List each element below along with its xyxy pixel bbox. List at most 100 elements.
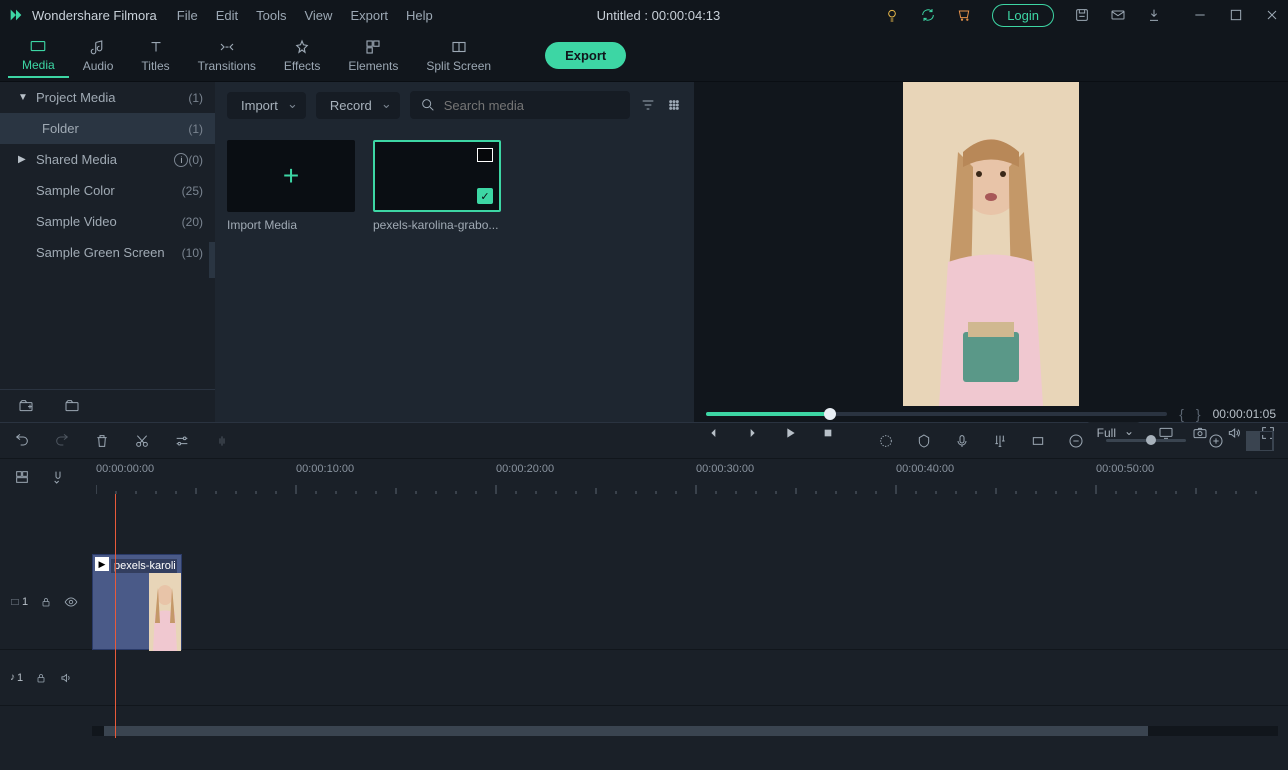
caret-down-icon: ▼ <box>18 92 28 103</box>
sidebar-count: (1) <box>188 91 203 105</box>
tab-elements[interactable]: Elements <box>334 34 412 77</box>
minimize-icon[interactable] <box>1192 7 1208 23</box>
ruler-tick: 00:00:30:00 <box>696 463 754 475</box>
play-icon[interactable] <box>782 425 798 441</box>
mail-icon[interactable] <box>1110 7 1126 23</box>
audio-mixer-icon[interactable] <box>992 433 1008 449</box>
eye-icon[interactable] <box>64 595 78 609</box>
zoom-handle[interactable] <box>1146 435 1156 445</box>
export-button[interactable]: Export <box>545 42 626 69</box>
save-icon[interactable] <box>1074 7 1090 23</box>
audio-track[interactable]: ♪1 <box>0 650 1288 706</box>
sidebar-count: (1) <box>188 122 203 136</box>
fit-to-window-icon[interactable] <box>1246 431 1274 451</box>
download-icon[interactable] <box>1146 7 1162 23</box>
menu-edit[interactable]: Edit <box>216 8 238 23</box>
clip-used-check-icon: ✓ <box>477 188 493 204</box>
scrollbar-thumb[interactable] <box>104 726 1148 736</box>
zoom-out-icon[interactable] <box>1068 433 1084 449</box>
zoom-in-icon[interactable] <box>1208 433 1224 449</box>
tab-titles-label: Titles <box>141 59 169 73</box>
snap-icon[interactable] <box>50 469 66 485</box>
grid-view-icon[interactable] <box>666 97 682 113</box>
preview-panel: { } 00:00:01:05 Full <box>694 82 1288 422</box>
timeline-ruler[interactable]: 00:00:00:00 00:00:10:00 00:00:20:00 00:0… <box>96 459 1274 495</box>
clip-label: pexels-karoli <box>111 559 177 573</box>
record-dropdown[interactable]: Record <box>316 92 400 119</box>
lock-icon[interactable] <box>40 596 52 608</box>
timeline-options-icon[interactable] <box>14 469 30 485</box>
tab-audio[interactable]: Audio <box>69 34 128 77</box>
tab-media[interactable]: Media <box>8 33 69 78</box>
menu-tools[interactable]: Tools <box>256 8 286 23</box>
close-icon[interactable] <box>1264 7 1280 23</box>
preview-viewport[interactable] <box>694 82 1288 406</box>
horizontal-scrollbar[interactable] <box>92 726 1278 736</box>
tab-splitscreen[interactable]: Split Screen <box>412 34 505 77</box>
sidebar-item-project-media[interactable]: ▼ Project Media (1) <box>0 82 215 113</box>
new-folder-icon[interactable] <box>18 398 34 414</box>
voiceover-icon[interactable] <box>954 433 970 449</box>
media-sidebar: ▼ Project Media (1) Folder (1) ▶ Shared … <box>0 82 215 422</box>
import-dropdown[interactable]: Import <box>227 92 306 119</box>
sidebar-item-sample-green[interactable]: Sample Green Screen (10) <box>0 237 215 268</box>
undo-icon[interactable] <box>14 433 30 449</box>
tab-transitions[interactable]: Transitions <box>184 34 270 77</box>
sidebar-label: Sample Green Screen <box>36 245 182 260</box>
login-button[interactable]: Login <box>992 4 1054 27</box>
menu-view[interactable]: View <box>304 8 332 23</box>
info-icon[interactable]: i <box>174 153 188 167</box>
tab-effects[interactable]: Effects <box>270 34 334 77</box>
filter-icon[interactable] <box>640 97 656 113</box>
sidebar-item-sample-color[interactable]: Sample Color (25) <box>0 175 215 206</box>
next-frame-icon[interactable] <box>744 425 760 441</box>
panel-collapse-handle[interactable] <box>209 242 215 278</box>
scrub-handle[interactable] <box>824 408 836 420</box>
menu-help[interactable]: Help <box>406 8 433 23</box>
import-media-tile[interactable]: + Import Media <box>227 140 355 232</box>
crop-icon[interactable] <box>1030 433 1046 449</box>
timeline[interactable]: 1 ▶ pexels-karoli ♪1 <box>0 494 1288 738</box>
cut-icon[interactable] <box>134 433 150 449</box>
mark-in-icon[interactable]: { <box>1179 406 1184 422</box>
settings-icon[interactable] <box>174 433 190 449</box>
ruler-tick: 00:00:10:00 <box>296 463 354 475</box>
ruler-tick: 00:00:00:00 <box>96 463 154 475</box>
video-frame <box>903 82 1079 406</box>
stop-icon[interactable] <box>820 425 836 441</box>
sidebar-item-folder[interactable]: Folder (1) <box>0 113 215 144</box>
speaker-icon[interactable] <box>59 671 73 685</box>
redo-icon[interactable] <box>54 433 70 449</box>
prev-frame-icon[interactable] <box>706 425 722 441</box>
scrub-bar[interactable] <box>706 412 1167 416</box>
sidebar-count: (25) <box>182 184 203 198</box>
delete-icon[interactable] <box>94 433 110 449</box>
mark-out-icon[interactable]: } <box>1196 406 1201 422</box>
sidebar-count: (20) <box>182 215 203 229</box>
sidebar-item-shared-media[interactable]: ▶ Shared Media i (0) <box>0 144 215 175</box>
audio-edit-icon[interactable] <box>214 433 230 449</box>
timeline-clip[interactable]: ▶ pexels-karoli <box>92 554 182 650</box>
search-box[interactable] <box>410 91 630 119</box>
media-clip-tile[interactable]: ✓ pexels-karolina-grabo... <box>373 140 501 232</box>
cart-icon[interactable] <box>956 7 972 23</box>
lock-icon[interactable] <box>35 672 47 684</box>
refresh-icon[interactable] <box>920 7 936 23</box>
menu-file[interactable]: File <box>177 8 198 23</box>
folder-icon[interactable] <box>64 398 80 414</box>
menu-export[interactable]: Export <box>350 8 388 23</box>
lightbulb-icon[interactable] <box>884 7 900 23</box>
marker-icon[interactable] <box>916 433 932 449</box>
tab-titles[interactable]: Titles <box>127 34 183 77</box>
playhead[interactable] <box>115 494 116 738</box>
clip-thumbnail <box>149 573 181 649</box>
maximize-icon[interactable] <box>1228 7 1244 23</box>
search-input[interactable] <box>444 98 620 113</box>
tab-transitions-label: Transitions <box>198 59 256 73</box>
tab-splitscreen-label: Split Screen <box>426 59 491 73</box>
render-icon[interactable] <box>878 433 894 449</box>
sidebar-item-sample-video[interactable]: Sample Video (20) <box>0 206 215 237</box>
tile-label: Import Media <box>227 218 355 232</box>
video-track[interactable]: 1 ▶ pexels-karoli <box>0 554 1288 650</box>
zoom-slider[interactable] <box>1106 439 1186 442</box>
